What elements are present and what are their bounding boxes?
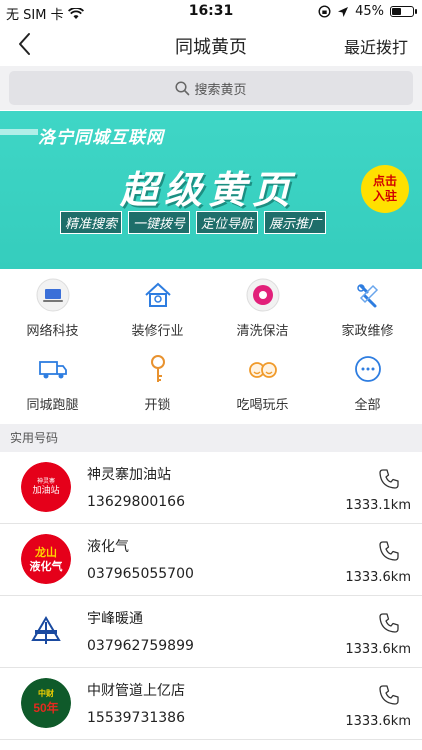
more-icon xyxy=(351,352,385,386)
category-renovation[interactable]: 装修行业 xyxy=(105,274,210,344)
join-button[interactable]: 点击 入驻 xyxy=(361,165,409,213)
search-icon xyxy=(175,80,190,95)
category-errands[interactable]: 同城跑腿 xyxy=(0,348,105,418)
chevron-left-icon xyxy=(19,33,30,55)
search-input[interactable]: 搜索黄页 xyxy=(9,71,413,105)
listing-distance: 1333.6km xyxy=(345,570,411,585)
cleaning-icon xyxy=(246,278,280,312)
join-button-line1: 点击 xyxy=(372,174,397,188)
listing-name: 中财管道上亿店 xyxy=(87,683,185,699)
avatar xyxy=(21,606,71,656)
nav-bar: 同城黄页 最近拨打 xyxy=(0,24,422,64)
rotation-lock-icon xyxy=(318,5,331,18)
banner-tag: 精准搜索 xyxy=(60,211,123,234)
phone-icon[interactable] xyxy=(378,468,400,490)
avatar-text: 50年 xyxy=(33,700,58,715)
section-header: 实用号码 xyxy=(0,424,422,452)
promo-banner[interactable]: 洛宁同城互联网 超级黄页 精准搜索 一键拨号 定位导航 展示推广 点击 入驻 xyxy=(0,111,422,269)
key-icon xyxy=(141,352,175,386)
search-placeholder: 搜索黄页 xyxy=(194,82,247,98)
category-grid: 网络科技 装修行业 清洗保洁 家政维修 同城跑腿 开锁 吃喝玩乐 全部 xyxy=(0,272,422,422)
category-label: 吃喝玩乐 xyxy=(236,398,289,413)
recent-calls-button[interactable]: 最近拨打 xyxy=(344,34,408,58)
category-entertainment[interactable]: 吃喝玩乐 xyxy=(210,348,315,418)
avatar-subtext: 神灵寨 xyxy=(37,477,55,485)
phone-icon[interactable] xyxy=(378,612,400,634)
truck-icon xyxy=(36,352,70,386)
category-label: 同城跑腿 xyxy=(26,398,79,413)
list-item[interactable]: 龙山 液化气 液化气 037965055700 1333.6km xyxy=(0,524,422,596)
banner-main-text: 超级黄页 xyxy=(120,168,297,212)
status-bar: 无 SIM 卡 16:31 45% xyxy=(0,0,422,24)
category-label: 装修行业 xyxy=(131,324,184,339)
banner-tags: 精准搜索 一键拨号 定位导航 展示推广 xyxy=(60,211,327,234)
battery-icon xyxy=(390,6,417,17)
category-cleaning[interactable]: 清洗保洁 xyxy=(210,274,315,344)
laptop-icon xyxy=(36,278,70,312)
category-locksmith[interactable]: 开锁 xyxy=(105,348,210,418)
listing-phone: 15539731386 xyxy=(87,710,185,726)
search-bar: 搜索黄页 xyxy=(0,66,422,110)
avatar-subtext: 液化气 xyxy=(30,559,63,573)
avatar-subtext: 中财 xyxy=(38,688,54,698)
category-label: 清洗保洁 xyxy=(236,324,289,339)
list-item[interactable]: 中财 50年 中财管道上亿店 15539731386 1333.6km xyxy=(0,668,422,740)
wrench-icon xyxy=(351,278,385,312)
category-label: 开锁 xyxy=(144,398,171,413)
join-button-line2: 入驻 xyxy=(372,189,397,203)
banner-tag: 展示推广 xyxy=(264,211,327,234)
house-icon xyxy=(141,278,175,312)
battery-fill xyxy=(392,8,401,15)
listing-phone: 037962759899 xyxy=(87,638,194,654)
avatar-text: 加油站 xyxy=(32,484,59,495)
banner-top-text: 洛宁同城互联网 xyxy=(38,128,164,148)
phone-icon[interactable] xyxy=(378,684,400,706)
listing-phone: 037965055700 xyxy=(87,566,194,582)
list-item[interactable]: 宇峰暖通 037962759899 1333.6km xyxy=(0,596,422,668)
listing-name: 宇峰暖通 xyxy=(87,611,143,627)
avatar-text: 龙山 xyxy=(34,545,57,559)
status-right: 45% xyxy=(318,4,417,19)
listing-name: 神灵寨加油站 xyxy=(87,467,171,483)
category-label: 全部 xyxy=(354,398,381,413)
avatar: 中财 50年 xyxy=(21,678,71,728)
phone-icon[interactable] xyxy=(378,540,400,562)
battery-percent: 45% xyxy=(355,4,384,19)
listing-distance: 1333.6km xyxy=(345,642,411,657)
banner-stripe xyxy=(0,129,38,135)
avatar: 龙山 液化气 xyxy=(21,534,71,584)
list-item[interactable]: 神灵寨 加油站 神灵寨加油站 13629800166 1333.1km xyxy=(0,452,422,524)
listing-distance: 1333.1km xyxy=(345,498,411,513)
category-network-tech[interactable]: 网络科技 xyxy=(0,274,105,344)
listing-list: 神灵寨 加油站 神灵寨加油站 13629800166 1333.1km 龙山 液… xyxy=(0,452,422,740)
listing-distance: 1333.6km xyxy=(345,714,411,729)
category-label: 网络科技 xyxy=(26,324,79,339)
faces-icon xyxy=(246,352,280,386)
banner-tag: 一键拨号 xyxy=(128,211,191,234)
category-label: 家政维修 xyxy=(341,324,394,339)
category-all[interactable]: 全部 xyxy=(315,348,420,418)
avatar: 神灵寨 加油站 xyxy=(21,462,71,512)
location-arrow-icon xyxy=(338,6,349,17)
banner-tag: 定位导航 xyxy=(196,211,259,234)
category-home-repair[interactable]: 家政维修 xyxy=(315,274,420,344)
listing-name: 液化气 xyxy=(87,539,129,555)
back-button[interactable] xyxy=(12,28,42,60)
listing-phone: 13629800166 xyxy=(87,494,185,510)
